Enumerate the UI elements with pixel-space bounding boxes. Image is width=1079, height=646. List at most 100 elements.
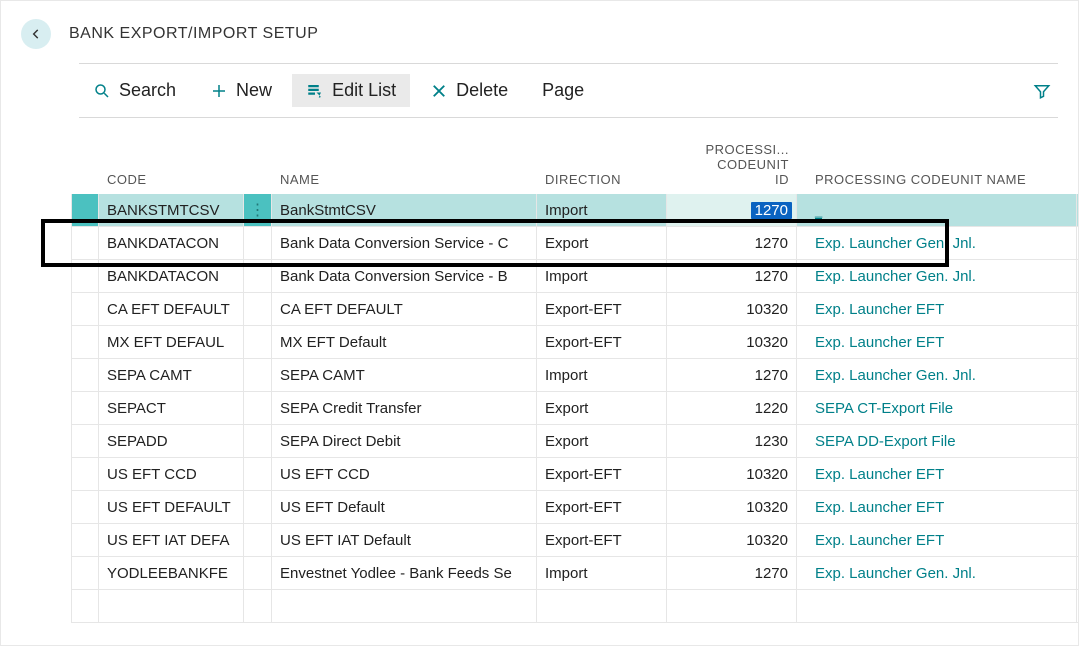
cell-codeunit-id[interactable]: 10320 <box>667 458 797 491</box>
row-more-button[interactable] <box>244 326 272 359</box>
cell-last[interactable] <box>1077 392 1078 425</box>
cell-direction[interactable]: Export-EFT <box>537 326 667 359</box>
cell-direction[interactable]: Import <box>537 260 667 293</box>
cell-last[interactable] <box>1077 557 1078 590</box>
cell-codeunit-name[interactable]: SEPA CT-Export File <box>797 392 1077 425</box>
row-more-button[interactable] <box>244 524 272 557</box>
cell-code[interactable]: BANKSTMTCSV <box>99 194 244 227</box>
row-selector[interactable] <box>71 359 99 392</box>
cell-direction[interactable]: Export <box>537 425 667 458</box>
cell-last[interactable] <box>1077 491 1078 524</box>
row-selector[interactable] <box>71 425 99 458</box>
cell-code[interactable]: SEPACT <box>99 392 244 425</box>
cell-code[interactable]: US EFT DEFAULT <box>99 491 244 524</box>
row-more-button[interactable] <box>244 491 272 524</box>
page-menu[interactable]: Page <box>528 74 598 107</box>
cell-name[interactable]: US EFT IAT Default <box>272 524 537 557</box>
cell-direction[interactable]: Import <box>537 557 667 590</box>
delete-button[interactable]: Delete <box>416 74 522 107</box>
cell-last[interactable] <box>1077 359 1078 392</box>
cell-direction[interactable]: Import <box>537 194 667 227</box>
row-more-button[interactable] <box>244 458 272 491</box>
cell-direction[interactable]: Export <box>537 227 667 260</box>
row-selector[interactable] <box>71 392 99 425</box>
cell-codeunit-id[interactable]: 1220 <box>667 392 797 425</box>
cell-code[interactable]: MX EFT DEFAUL <box>99 326 244 359</box>
cell-name[interactable]: CA EFT DEFAULT <box>272 293 537 326</box>
codeunit-name-link[interactable]: _ <box>815 203 822 219</box>
cell-codeunit-name[interactable]: Exp. Launcher Gen. Jnl. <box>797 557 1077 590</box>
cell-last[interactable] <box>1077 326 1078 359</box>
col-direction[interactable]: DIRECTION <box>537 134 667 194</box>
cell-codeunit-name[interactable]: SEPA DD-Export File <box>797 425 1077 458</box>
cell-codeunit-name[interactable]: Exp. Launcher EFT <box>797 524 1077 557</box>
cell-codeunit-name[interactable]: Exp. Launcher EFT <box>797 326 1077 359</box>
cell-codeunit-id[interactable]: 1270 <box>667 260 797 293</box>
cell-codeunit-id[interactable]: 1270 <box>667 557 797 590</box>
cell-codeunit-id[interactable]: 1270 <box>667 227 797 260</box>
col-name[interactable]: NAME <box>272 134 537 194</box>
cell-codeunit-id[interactable]: 1270 <box>667 194 797 227</box>
cell-codeunit-id[interactable]: 10320 <box>667 326 797 359</box>
back-button[interactable] <box>21 19 51 49</box>
cell-codeunit-id[interactable]: 10320 <box>667 293 797 326</box>
cell-name[interactable]: Envestnet Yodlee - Bank Feeds Se <box>272 557 537 590</box>
cell-code[interactable]: SEPA CAMT <box>99 359 244 392</box>
col-codeunit-name[interactable]: PROCESSING CODEUNIT NAME <box>797 134 1077 194</box>
cell-direction[interactable]: Export-EFT <box>537 491 667 524</box>
cell-last[interactable] <box>1077 194 1078 227</box>
row-more-button[interactable] <box>244 557 272 590</box>
cell-codeunit-name[interactable]: Exp. Launcher Gen. Jnl. <box>797 227 1077 260</box>
cell-code[interactable]: SEPADD <box>99 425 244 458</box>
cell-codeunit-id[interactable]: 10320 <box>667 524 797 557</box>
row-more-button[interactable] <box>244 293 272 326</box>
cell-codeunit-name[interactable]: Exp. Launcher EFT <box>797 293 1077 326</box>
cell-name[interactable]: BankStmtCSV <box>272 194 537 227</box>
cell-name[interactable]: US EFT Default <box>272 491 537 524</box>
cell-name[interactable]: Bank Data Conversion Service - C <box>272 227 537 260</box>
cell-codeunit-name[interactable]: Exp. Launcher Gen. Jnl. <box>797 260 1077 293</box>
cell-name[interactable]: US EFT CCD <box>272 458 537 491</box>
cell-last[interactable] <box>1077 524 1078 557</box>
row-selector[interactable] <box>71 194 99 227</box>
cell-codeunit-name[interactable]: Exp. Launcher EFT <box>797 491 1077 524</box>
row-selector[interactable] <box>71 326 99 359</box>
row-selector[interactable] <box>71 260 99 293</box>
row-more-button[interactable]: ⋮ <box>244 194 272 227</box>
cell-direction[interactable]: Export-EFT <box>537 458 667 491</box>
col-last[interactable]: F X <box>1077 134 1078 194</box>
cell-name[interactable]: SEPA Credit Transfer <box>272 392 537 425</box>
cell-code[interactable]: BANKDATACON <box>99 227 244 260</box>
cell-last[interactable] <box>1077 260 1078 293</box>
row-selector[interactable] <box>71 293 99 326</box>
cell-direction[interactable]: Export <box>537 392 667 425</box>
cell-direction[interactable]: Import <box>537 359 667 392</box>
cell-name[interactable]: MX EFT Default <box>272 326 537 359</box>
cell-direction[interactable]: Export-EFT <box>537 293 667 326</box>
search-button[interactable]: Search <box>79 74 190 107</box>
new-button[interactable]: New <box>196 74 286 107</box>
col-codeunit-id[interactable]: PROCESSI... CODEUNIT ID <box>667 134 797 194</box>
cell-codeunit-name[interactable]: Exp. Launcher EFT <box>797 458 1077 491</box>
row-more-button[interactable] <box>244 227 272 260</box>
col-code[interactable]: CODE <box>99 134 244 194</box>
cell-last[interactable] <box>1077 425 1078 458</box>
cell-name[interactable]: SEPA Direct Debit <box>272 425 537 458</box>
row-more-button[interactable] <box>244 425 272 458</box>
cell-codeunit-name[interactable]: Exp. Launcher Gen. Jnl. <box>797 359 1077 392</box>
cell-codeunit-id[interactable]: 10320 <box>667 491 797 524</box>
row-more-button[interactable] <box>244 260 272 293</box>
cell-code[interactable]: US EFT IAT DEFA <box>99 524 244 557</box>
row-selector[interactable] <box>71 491 99 524</box>
row-more-button[interactable] <box>244 392 272 425</box>
row-more-button[interactable] <box>244 359 272 392</box>
row-selector[interactable] <box>71 458 99 491</box>
cell-codeunit-name[interactable]: _ <box>797 194 1077 227</box>
row-selector[interactable] <box>71 227 99 260</box>
cell-codeunit-id[interactable]: 1270 <box>667 359 797 392</box>
filter-button[interactable] <box>1026 75 1058 107</box>
cell-codeunit-id[interactable]: 1230 <box>667 425 797 458</box>
cell-code[interactable]: US EFT CCD <box>99 458 244 491</box>
cell-code[interactable]: YODLEEBANKFE <box>99 557 244 590</box>
edit-list-button[interactable]: Edit List <box>292 74 410 107</box>
